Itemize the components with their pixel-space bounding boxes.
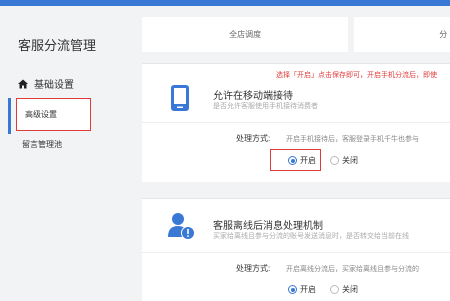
radio-disable[interactable]: 关闭	[330, 284, 358, 295]
process-description: 开启离线分流后，买家给离线且参与分流的	[286, 266, 419, 273]
divider	[142, 122, 450, 123]
user-alert-icon	[168, 213, 195, 240]
sidebar: 客服分流管理 基础设置 高级设置 留言管理池	[0, 6, 131, 300]
section-subtitle: 买家给离线且参与分流的账号发送消息时，是否转交给当前在线	[213, 233, 409, 240]
sidebar-item-advanced[interactable]: 高级设置	[16, 98, 91, 131]
home-icon	[18, 79, 28, 88]
divider	[142, 252, 450, 253]
radio-enable-indicator[interactable]	[288, 156, 297, 165]
radio-enable[interactable]: 开启	[288, 155, 316, 166]
section-subtitle: 是否允许客服使用手机接待消费者	[213, 103, 318, 110]
sidebar-title: 客服分流管理	[18, 38, 97, 53]
sidebar-item-label: 高级设置	[25, 110, 57, 119]
radio-label: 关闭	[342, 285, 358, 294]
section-title: 允许在移动端接待	[213, 91, 293, 102]
radio-enable-indicator[interactable]	[288, 285, 297, 294]
process-label: 处理方式:	[236, 134, 271, 143]
section-title: 客服离线后消息处理机制	[213, 221, 323, 232]
tab-second[interactable]: 分	[354, 17, 450, 52]
radio-label: 开启	[300, 285, 316, 294]
sidebar-item-label: 留言管理池	[22, 140, 62, 149]
process-description: 开启手机接待后，客服登录手机千牛也参与	[286, 136, 419, 143]
radio-disable-indicator[interactable]	[330, 156, 339, 165]
tab-store-dispatch[interactable]: 全店调度	[142, 17, 349, 52]
mobile-phone-icon	[171, 85, 189, 111]
radio-label: 关闭	[342, 156, 358, 165]
mobile-mode-radio-group: 开启 关闭	[288, 155, 358, 166]
sidebar-group-label: 基础设置	[34, 80, 74, 91]
offline-mode-radio-group: 开启 关闭	[288, 284, 358, 295]
sidebar-group-basic[interactable]: 基础设置	[18, 76, 74, 91]
offline-message-card: 客服离线后消息处理机制 买家给离线且参与分流的账号发送消息时，是否转交给当前在线…	[142, 198, 450, 301]
process-label: 处理方式:	[236, 264, 271, 273]
radio-disable[interactable]: 关闭	[330, 155, 358, 166]
radio-disable-indicator[interactable]	[330, 285, 339, 294]
instruction-hint: 选择「开启」点击保存即可，开启手机分流后，即使	[276, 72, 437, 79]
mobile-reception-card: 选择「开启」点击保存即可，开启手机分流后，即使 允许在移动端接待 是否允许客服使…	[142, 63, 450, 182]
radio-label: 开启	[300, 156, 316, 165]
radio-enable[interactable]: 开启	[288, 284, 316, 295]
tab-label: 全店调度	[229, 30, 262, 39]
top-tabs: 全店调度 分	[142, 17, 450, 52]
active-indicator	[8, 98, 11, 134]
tab-label: 分	[439, 30, 448, 39]
sidebar-item-message-pool[interactable]: 留言管理池	[22, 139, 62, 150]
